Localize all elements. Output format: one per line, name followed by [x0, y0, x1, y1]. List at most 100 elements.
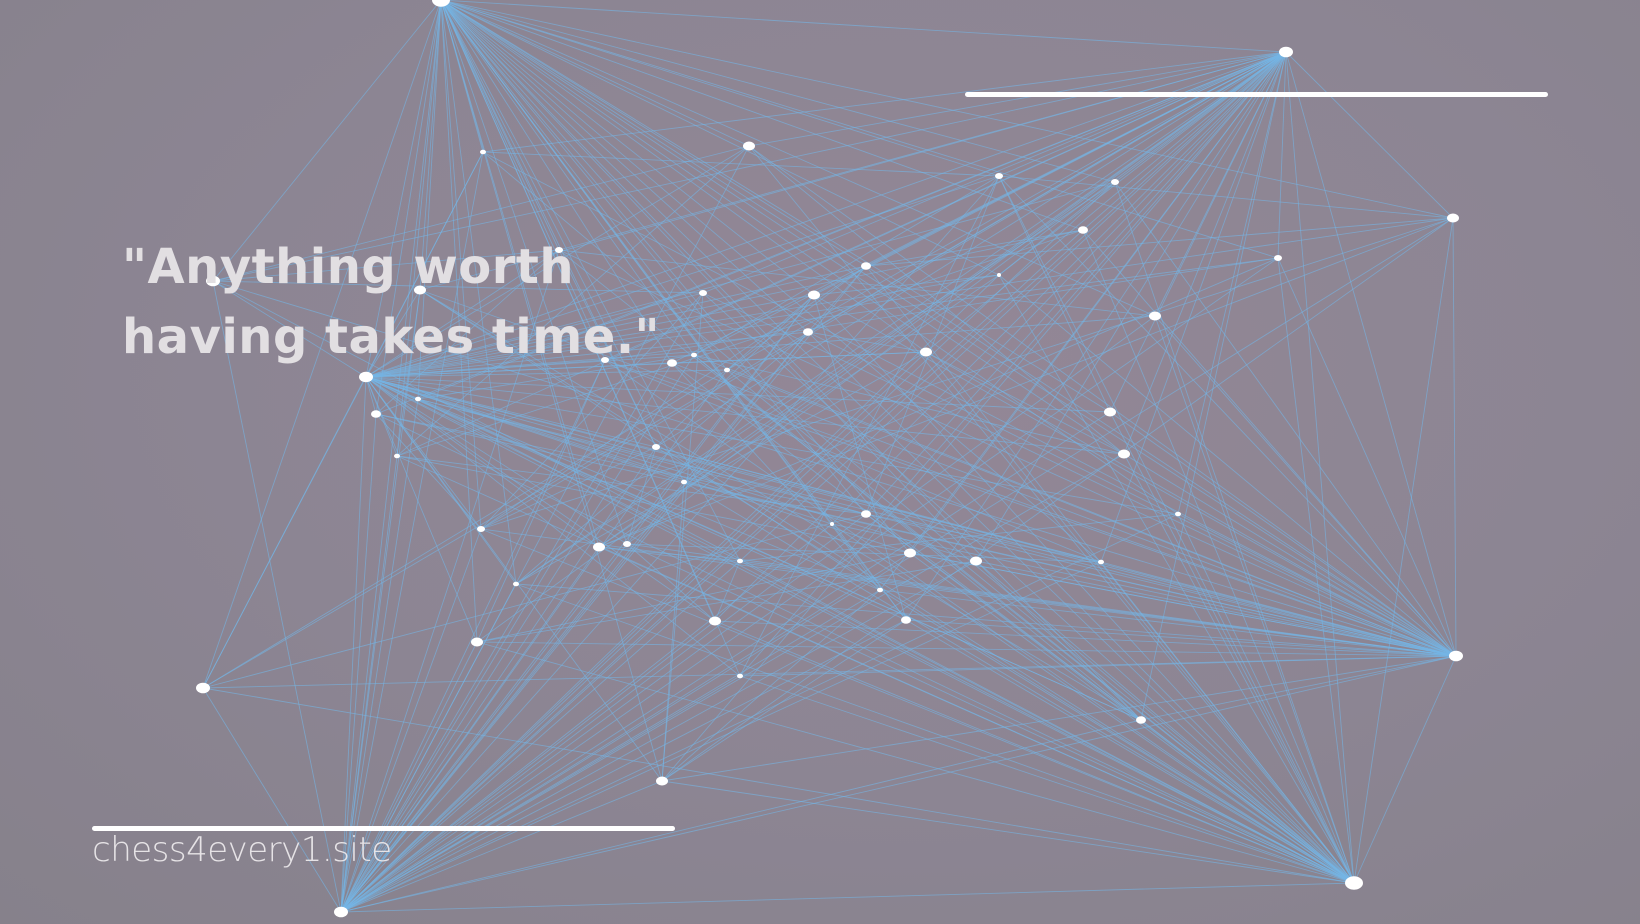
graph-edge	[1285, 51, 1457, 657]
graph-edge	[1082, 229, 1355, 884]
graph-edge	[1353, 655, 1457, 884]
graph-node	[623, 541, 631, 547]
graph-node	[830, 522, 834, 526]
graph-node	[861, 262, 871, 270]
graph-edge	[340, 513, 1179, 913]
graph-node	[699, 290, 707, 296]
graph-edges	[202, 0, 1457, 913]
graph-edge	[1082, 229, 1457, 657]
graph-edge	[813, 274, 1000, 296]
graph-node	[1447, 213, 1459, 223]
graph-node	[415, 396, 421, 402]
site-url: chess4every1.site	[92, 830, 392, 870]
graph-node	[652, 444, 660, 450]
graph-edge	[482, 151, 1000, 177]
top-divider-line	[965, 92, 1548, 97]
graph-node	[743, 141, 755, 151]
graph-edge	[739, 513, 1179, 562]
graph-node	[901, 616, 911, 624]
graph-node	[480, 149, 486, 155]
graph-edge	[440, 0, 1084, 231]
graph-node	[920, 347, 932, 357]
graph-node	[691, 352, 697, 358]
graph-edge	[340, 620, 716, 913]
graph-edge	[998, 274, 1457, 657]
graph-node	[1118, 449, 1130, 459]
graph-node	[861, 510, 871, 518]
graph-edge	[340, 560, 977, 913]
graph-edge	[480, 446, 657, 530]
graph-node	[513, 581, 519, 587]
graph-edge	[739, 175, 1000, 677]
graph-edge	[340, 882, 1355, 913]
graph-node	[593, 542, 605, 552]
graph-edge	[340, 453, 1125, 913]
graph-node	[477, 526, 485, 532]
graph-node	[995, 173, 1003, 179]
graph-edge	[693, 175, 1000, 356]
graph-edge	[340, 411, 1111, 913]
graph-node	[1175, 511, 1181, 517]
graph-node	[877, 587, 883, 593]
graph-edge	[909, 552, 1457, 657]
graph-node	[334, 906, 348, 918]
graph-edge	[831, 523, 907, 621]
quote-text: "Anything worth having takes time."	[122, 232, 682, 372]
graph-node	[808, 290, 820, 300]
graph-node	[737, 673, 743, 679]
graph-edge	[1140, 719, 1355, 884]
quote-line-1: "Anything worth	[122, 239, 575, 295]
graph-edge	[1285, 51, 1454, 219]
graph-node	[970, 556, 982, 566]
graph-node	[1098, 559, 1104, 565]
graph-edge	[726, 369, 1457, 657]
graph-edge	[726, 369, 1355, 884]
graph-edge	[604, 257, 1279, 361]
graph-edge	[739, 675, 1355, 884]
graph-edge	[661, 217, 1454, 782]
graph-edge	[865, 217, 1454, 267]
graph-node	[997, 273, 1001, 277]
graph-node	[656, 776, 668, 786]
graph-edge	[417, 398, 1457, 657]
graph-node	[724, 367, 730, 373]
graph-edge	[440, 0, 1125, 455]
graph-edge	[748, 145, 1355, 884]
graph-node	[1078, 226, 1088, 234]
graph-edge	[1140, 655, 1457, 721]
quote-line-2: having takes time."	[122, 309, 661, 365]
graph-node	[394, 453, 400, 459]
graph-node	[371, 410, 381, 418]
graph-edge	[925, 351, 1355, 884]
graph-edge	[598, 546, 741, 562]
graph-node	[1345, 876, 1363, 890]
graph-edge	[998, 51, 1287, 177]
graph-edge	[661, 589, 881, 782]
graph-edge	[604, 359, 1102, 563]
graph-edge	[1123, 453, 1457, 657]
graph-edge	[1123, 453, 1355, 884]
graph-edge	[1353, 217, 1454, 884]
graph-node	[1111, 179, 1119, 185]
graph-edge	[905, 51, 1287, 621]
network-graph	[196, 0, 1463, 918]
graph-edge	[202, 687, 342, 913]
graph-node	[471, 637, 483, 647]
graph-edge	[865, 513, 1457, 657]
graph-node	[1449, 650, 1463, 662]
graph-node	[904, 548, 916, 558]
graph-edge	[440, 0, 1287, 53]
graph-node	[359, 371, 373, 383]
graph-edge	[655, 446, 1102, 563]
graph-edge	[1452, 217, 1457, 657]
graph-edge	[1109, 411, 1355, 884]
graph-edge	[905, 619, 1355, 884]
graph-edge	[365, 376, 600, 548]
graph-node	[196, 682, 210, 694]
graph-node	[681, 479, 687, 485]
graph-edge	[340, 719, 1142, 913]
graph-node	[1136, 716, 1146, 724]
graph-node	[1274, 255, 1282, 261]
graph-node	[1279, 46, 1293, 58]
graph-node	[1104, 407, 1116, 417]
